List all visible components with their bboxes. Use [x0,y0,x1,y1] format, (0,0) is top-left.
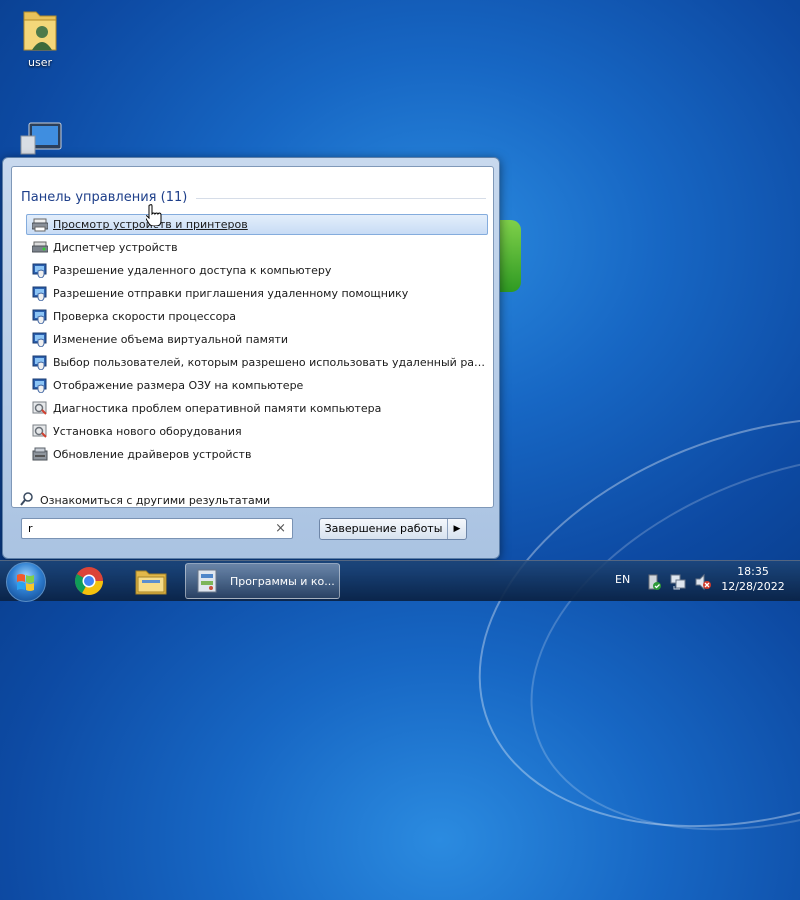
result-item[interactable]: Изменение объема виртуальной памяти [26,329,488,350]
search-input[interactable]: r × [21,518,293,539]
computer-icon [15,120,65,156]
clear-search-icon[interactable]: × [275,521,286,536]
desktop-icon-computer[interactable] [5,120,75,156]
section-divider [196,198,486,199]
result-label: Диспетчер устройств [53,241,178,254]
system-shield-icon [31,309,49,325]
action-center-icon[interactable] [646,573,662,595]
wallpaper-logo-fragment [497,220,521,292]
result-item[interactable]: Просмотр устройств и принтеров [26,214,488,235]
result-item[interactable]: Установка нового оборудования [26,421,488,442]
clock-date: 12/28/2022 [721,580,785,593]
search-icon [20,492,36,509]
result-item[interactable]: Отображение размера ОЗУ на компьютере [26,375,488,396]
shutdown-label: Завершение работы [320,519,448,539]
see-more-results-label: Ознакомиться с другими результатами [40,494,271,507]
result-item[interactable]: Выбор пользователей, которым разрешено и… [26,352,488,373]
volume-muted-icon[interactable] [694,573,712,595]
explorer-icon [135,570,167,595]
result-label: Выбор пользователей, которым разрешено и… [53,356,487,369]
devices-printers-icon [31,217,49,233]
hand-cursor-icon [144,204,162,227]
admin-tools-icon [31,424,49,440]
desktop-icon-label: user [28,56,52,69]
shutdown-options-arrow-icon[interactable]: ▶ [448,519,466,539]
system-shield-icon [31,286,49,302]
result-label: Диагностика проблем оперативной памяти к… [53,402,382,415]
taskbar-explorer-button[interactable] [126,563,176,599]
language-indicator[interactable]: EN [615,573,630,586]
result-label: Изменение объема виртуальной памяти [53,333,289,346]
start-button[interactable] [6,562,46,602]
taskbar-task-control-panel[interactable]: Программы и ко... [185,563,340,599]
system-shield-icon [31,332,49,348]
shutdown-button[interactable]: Завершение работы ▶ [319,518,467,540]
result-label: Разрешение удаленного доступа к компьюте… [53,264,332,277]
device-manager-icon [31,240,49,256]
user-folder-icon [20,6,60,54]
result-item[interactable]: Диагностика проблем оперативной памяти к… [26,398,488,419]
result-item[interactable]: Проверка скорости процессора [26,306,488,327]
clock-time: 18:35 [737,565,769,578]
search-results-panel: Панель управления (11) Просмотр устройст… [11,166,494,508]
result-item[interactable]: Обновление драйверов устройств [26,444,488,465]
see-more-results-link[interactable]: Ознакомиться с другими результатами [20,492,270,509]
taskbar: Программы и ко... EN 18:35 12/28/2022 [0,560,800,602]
result-label: Разрешение отправки приглашения удаленно… [53,287,409,300]
system-shield-icon [31,378,49,394]
chrome-icon [75,567,103,595]
network-icon[interactable] [670,573,686,595]
results-list: Просмотр устройств и принтеров Диспетчер… [26,214,488,467]
start-menu: Панель управления (11) Просмотр устройст… [2,157,500,559]
control-panel-icon [196,568,220,594]
result-label: Установка нового оборудования [53,425,242,438]
result-label: Проверка скорости процессора [53,310,237,323]
system-shield-icon [31,263,49,279]
desktop-icon-user[interactable]: user [5,6,75,69]
driver-update-icon [31,447,49,463]
task-label: Программы и ко... [230,574,335,588]
clock[interactable]: 18:35 12/28/2022 [718,565,788,593]
admin-tools-icon [31,401,49,417]
result-item[interactable]: Разрешение удаленного доступа к компьюте… [26,260,488,281]
section-title-control-panel[interactable]: Панель управления (11) [21,190,187,205]
search-input-value: r [28,522,33,535]
result-item[interactable]: Диспетчер устройств [26,237,488,258]
result-item[interactable]: Разрешение отправки приглашения удаленно… [26,283,488,304]
system-shield-icon [31,355,49,371]
result-label: Отображение размера ОЗУ на компьютере [53,379,304,392]
result-label: Обновление драйверов устройств [53,448,252,461]
taskbar-chrome-button[interactable] [64,563,114,599]
windows-logo-icon [17,574,34,591]
